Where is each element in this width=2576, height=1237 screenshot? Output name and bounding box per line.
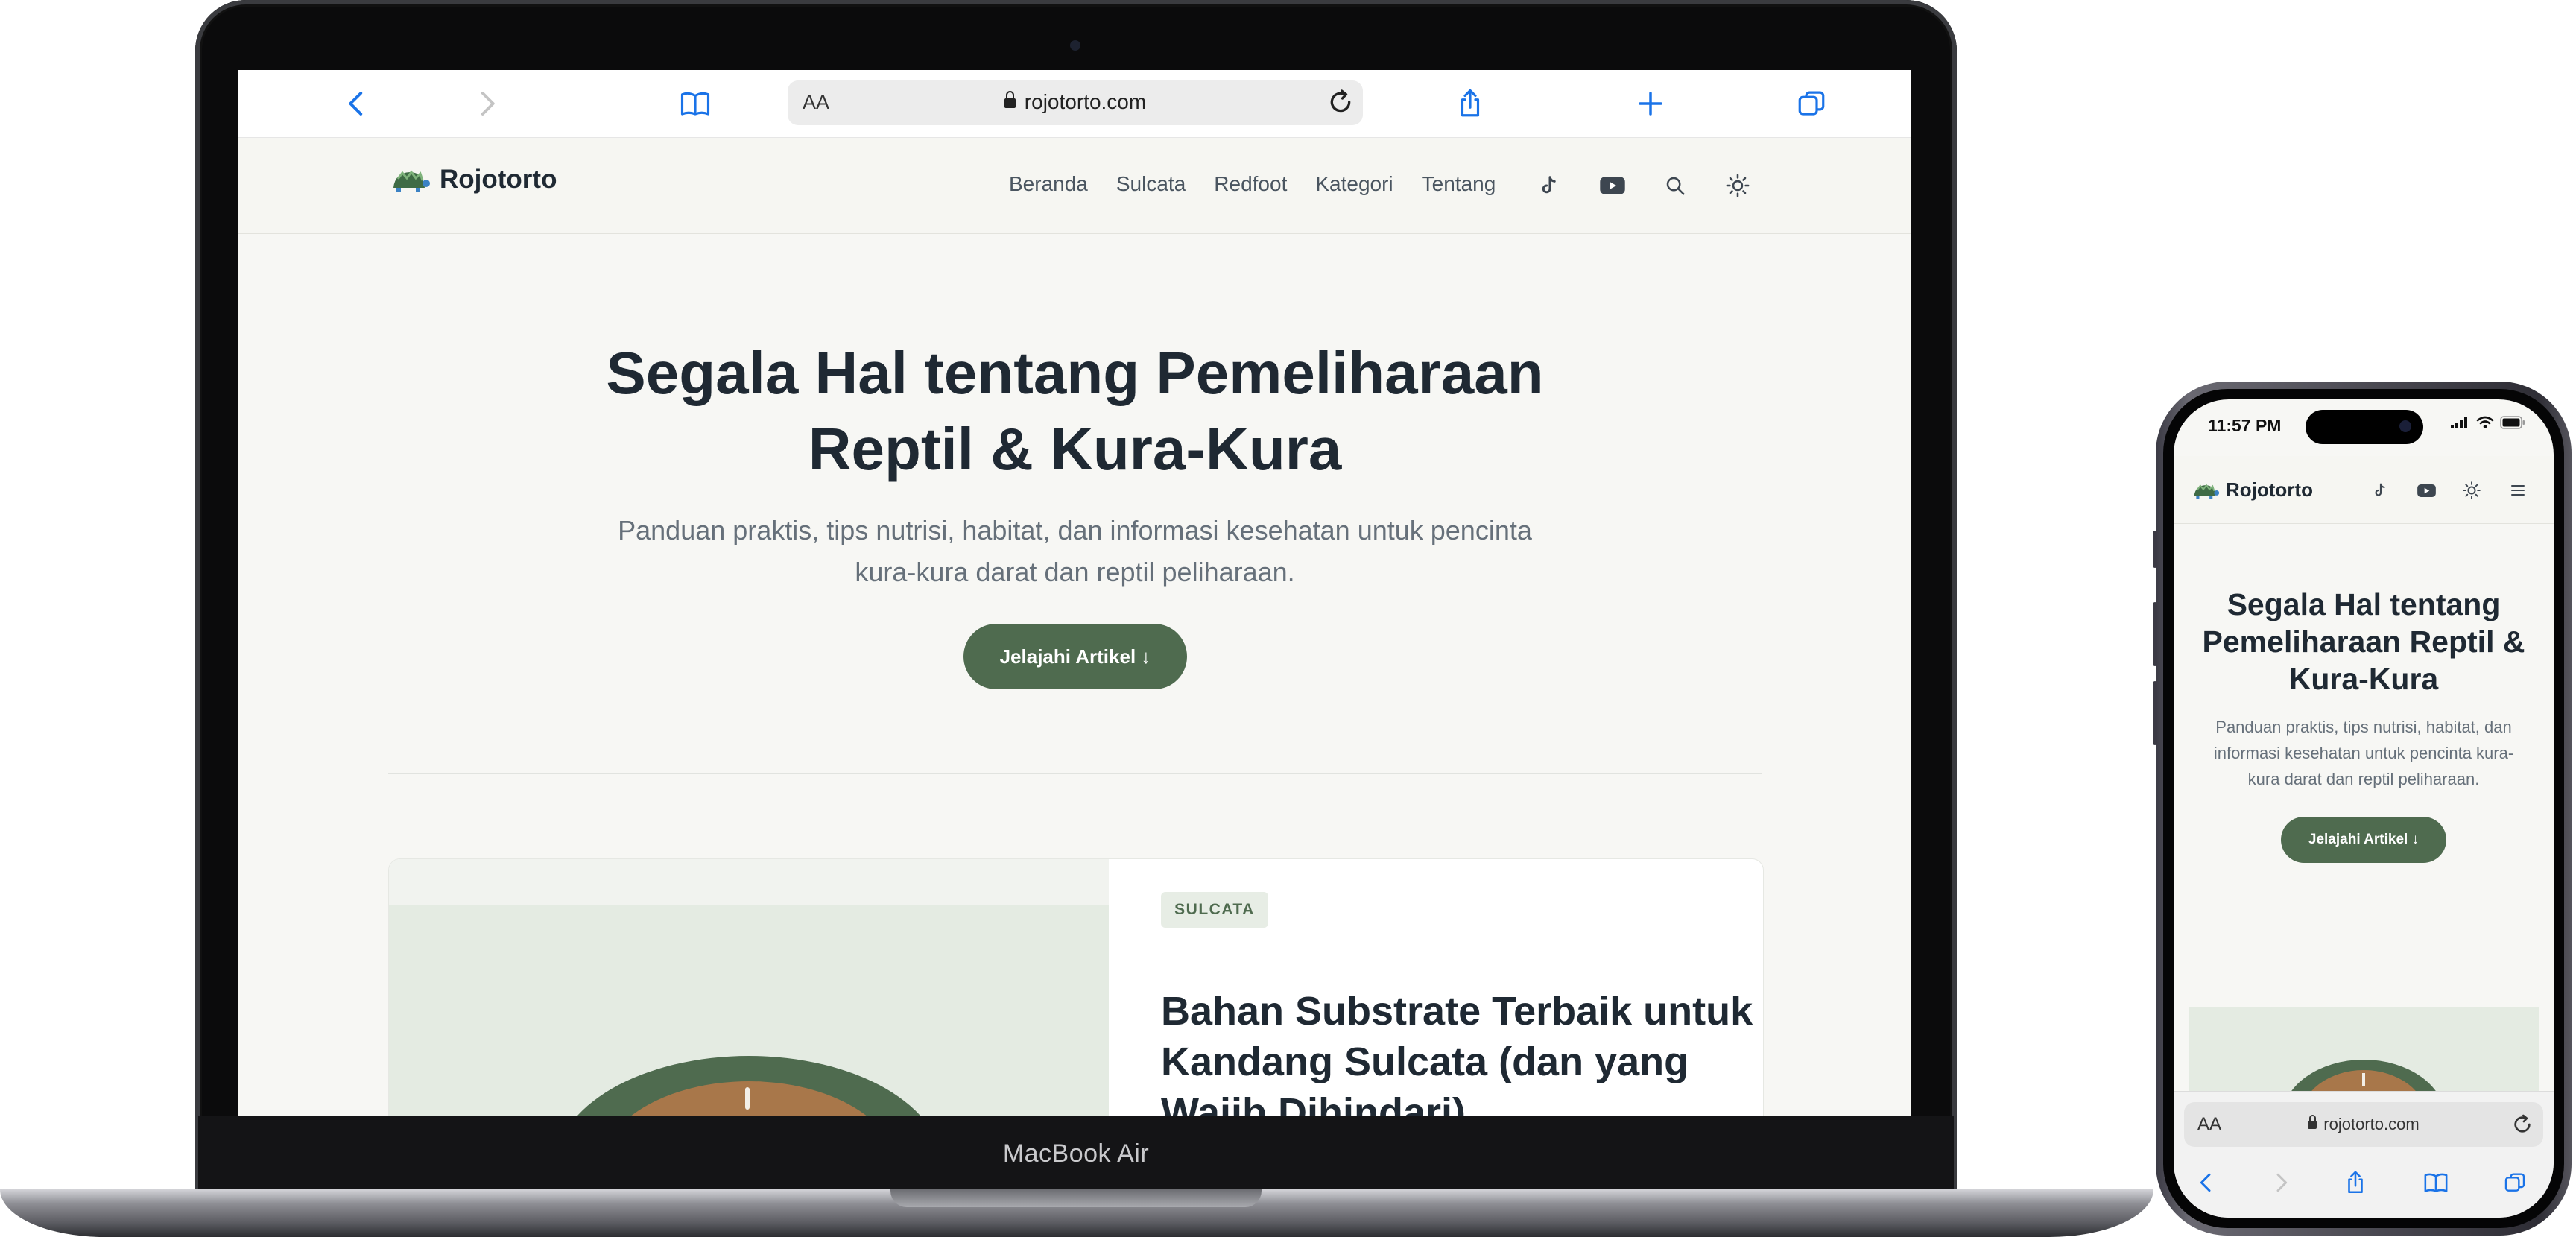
site-logo[interactable]: Rojotorto: [387, 165, 557, 194]
phone-site-header: Rojotorto: [2174, 456, 2554, 524]
site-header: Rojotorto Beranda Sulcata Redfoot Katego…: [238, 138, 1911, 234]
laptop-brand-label: MacBook Air: [1002, 1139, 1150, 1168]
phone-hero-title-line-1: Segala Hal tentang: [2227, 587, 2501, 621]
hero-title-line-1: Segala Hal tentang Pemeliharaan: [606, 340, 1544, 406]
status-time: 11:57 PM: [2208, 416, 2282, 435]
laptop-screen: AA rojotorto.com Rojotorto Beranda Sulca…: [238, 70, 1911, 1116]
laptop-bezel-chin: MacBook Air: [198, 1116, 1954, 1191]
youtube-icon[interactable]: [2414, 478, 2439, 502]
battery-icon: [2500, 416, 2525, 429]
tick-mark: [745, 1087, 750, 1110]
hero-title-line-2: Reptil & Kura-Kura: [808, 416, 1342, 482]
nav-redfoot[interactable]: Redfoot: [1214, 172, 1287, 196]
hero-title: Segala Hal tentang Pemeliharaan Reptil &…: [238, 335, 1911, 487]
tiktok-icon[interactable]: [2369, 478, 2393, 502]
reload-icon[interactable]: [1326, 87, 1355, 121]
phone-hero-subtitle-line-3: kura darat dan reptil peliharaan.: [2247, 770, 2480, 788]
phone-site-name: Rojotorto: [2226, 478, 2313, 501]
article-title-line-1: Bahan Substrate Terbaik untuk: [1161, 989, 1753, 1034]
phone-hero-subtitle-line-2: informasi kesehatan untuk pencinta kura-: [2213, 744, 2514, 762]
phone-volume-down-button: [2153, 681, 2157, 745]
theme-toggle-icon[interactable]: [2460, 478, 2484, 502]
youtube-icon[interactable]: [1596, 171, 1629, 200]
address-bar[interactable]: AA rojotorto.com: [788, 80, 1363, 125]
phone-hero-title: Segala Hal tentang Pemeliharaan Reptil &…: [2174, 586, 2554, 697]
phone-address-text: rojotorto.com: [2323, 1115, 2420, 1133]
tortoise-logo-icon: [393, 170, 430, 192]
nav-tentang[interactable]: Tentang: [1422, 172, 1496, 196]
address-text: rojotorto.com: [1024, 90, 1147, 113]
hero-subtitle-line-2: kura-kura darat dan reptil peliharaan.: [855, 557, 1295, 587]
share-icon[interactable]: [1450, 83, 1490, 124]
phone-hero-title-line-2: Pemeliharaan Reptil &: [2202, 624, 2525, 659]
laptop-hinge-notch: [890, 1189, 1262, 1207]
status-icons: [2451, 416, 2525, 429]
cellular-signal-icon: [2451, 417, 2467, 428]
site-name: Rojotorto: [440, 165, 557, 194]
tick-mark: [2362, 1073, 2365, 1086]
nav-kategori[interactable]: Kategori: [1315, 172, 1393, 196]
phone-address-bar[interactable]: AA rojotorto.com: [2184, 1102, 2543, 1147]
tabs-overview-icon[interactable]: [1791, 83, 1832, 124]
back-icon[interactable]: [2190, 1166, 2223, 1199]
nav-sulcata[interactable]: Sulcata: [1116, 172, 1186, 196]
article-title-line-3: Wajib Dihindari): [1161, 1090, 1466, 1116]
hero-subtitle-line-1: Panduan praktis, tips nutrisi, habitat, …: [618, 515, 1532, 545]
new-tab-icon[interactable]: [1630, 83, 1671, 124]
tiktok-icon[interactable]: [1535, 171, 1565, 200]
main-nav: Beranda Sulcata Redfoot Kategori Tentang: [1009, 172, 1496, 196]
tortoise-logo-icon: [2194, 483, 2220, 499]
menu-icon[interactable]: [2506, 478, 2530, 502]
phone-site-logo[interactable]: Rojotorto: [2190, 478, 2313, 502]
article-title[interactable]: Bahan Substrate Terbaik untuk Kandang Su…: [1161, 986, 1757, 1116]
nav-beranda[interactable]: Beranda: [1009, 172, 1088, 196]
phone-hero-subtitle: Panduan praktis, tips nutrisi, habitat, …: [2174, 714, 2554, 792]
article-title-line-2: Kandang Sulcata (dan yang: [1161, 1040, 1689, 1084]
phone-volume-up-button: [2153, 602, 2157, 666]
bookmarks-icon[interactable]: [2420, 1166, 2452, 1199]
article-image: [389, 859, 1109, 1116]
phone-action-button: [2153, 531, 2157, 568]
hero-subtitle: Panduan praktis, tips nutrisi, habitat, …: [238, 510, 1911, 593]
search-icon[interactable]: [1660, 171, 1690, 200]
phone-hero-title-line-3: Kura-Kura: [2288, 662, 2439, 696]
section-divider: [388, 773, 1762, 774]
wifi-icon: [2476, 416, 2494, 428]
phone-safari-bottom-bar: AA rojotorto.com: [2174, 1091, 2554, 1218]
safari-toolbar: AA rojotorto.com: [238, 70, 1911, 138]
reload-icon[interactable]: [2510, 1113, 2534, 1140]
dynamic-island: [2306, 410, 2423, 444]
phone-article-image: [2189, 1007, 2539, 1097]
lock-icon: [1004, 91, 1016, 108]
forward-icon[interactable]: [2265, 1166, 2297, 1199]
article-illustration: [389, 905, 1109, 1116]
bookmarks-icon[interactable]: [675, 83, 715, 124]
phone-screen: 11:57 PM Rojotorto Segala Hal tentang Pe…: [2174, 399, 2554, 1218]
theme-toggle-icon[interactable]: [1723, 171, 1753, 200]
back-icon[interactable]: [337, 83, 377, 124]
share-icon[interactable]: [2339, 1166, 2372, 1199]
lock-icon: [2308, 1115, 2317, 1129]
explore-articles-button[interactable]: Jelajahi Artikel ↓: [963, 624, 1187, 689]
forward-icon[interactable]: [466, 83, 507, 124]
tabs-overview-icon[interactable]: [2499, 1166, 2531, 1199]
phone-explore-articles-button[interactable]: Jelajahi Artikel ↓: [2281, 817, 2446, 863]
laptop-camera: [1070, 40, 1080, 51]
category-badge[interactable]: SULCATA: [1161, 892, 1268, 928]
phone-hero-subtitle-line-1: Panduan praktis, tips nutrisi, habitat, …: [2215, 718, 2512, 736]
featured-article-card[interactable]: SULCATA Bahan Substrate Terbaik untuk Ka…: [388, 858, 1764, 1116]
